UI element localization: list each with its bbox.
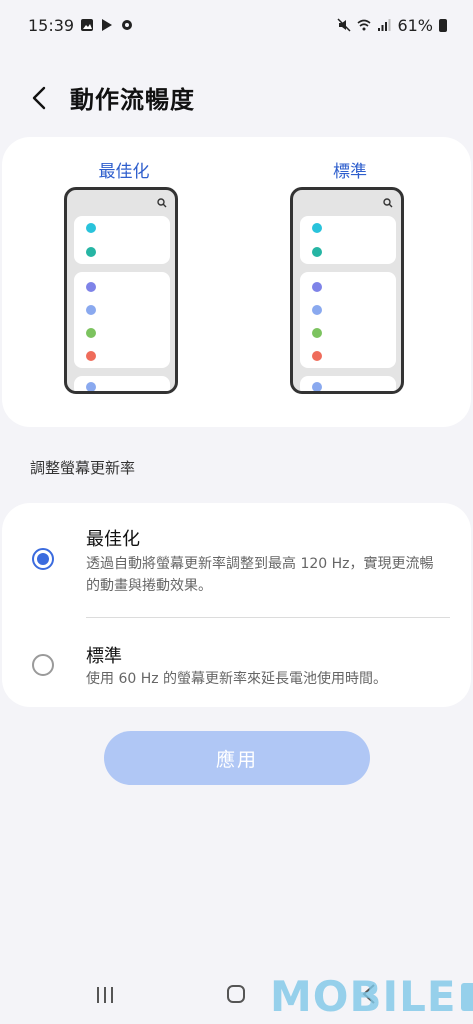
color-dot [86, 282, 96, 292]
color-dot [312, 305, 322, 315]
mock-card [74, 272, 170, 368]
options-card: 最佳化 透過自動將螢幕更新率調整到最高 120 Hz，實現更流暢的動畫與捲動效果… [2, 503, 471, 707]
search-icon [383, 198, 393, 208]
color-dot [86, 382, 96, 391]
battery-icon [439, 18, 447, 32]
status-right: 61% [337, 16, 447, 35]
status-time: 15:39 [28, 15, 75, 35]
color-dot [312, 223, 322, 233]
watermark-text: MOBILE [270, 972, 457, 1021]
gallery-icon [81, 19, 94, 31]
radio-unselected-icon[interactable] [32, 654, 54, 676]
mute-icon [337, 18, 351, 32]
home-icon[interactable] [227, 985, 245, 1003]
status-left: 15:39 [28, 16, 134, 35]
settings-gear-icon [122, 20, 133, 30]
watermark-logo: MOBILE [270, 972, 473, 1021]
color-dot [86, 247, 96, 257]
signal-icon [378, 19, 391, 31]
mock-card [74, 216, 170, 264]
color-dot [86, 223, 96, 233]
mock-card [300, 216, 396, 264]
color-dot [86, 328, 96, 338]
preview-label-standard: 標準 [333, 162, 367, 182]
play-store-icon [102, 19, 113, 31]
option-description: 透過自動將螢幕更新率調整到最高 120 Hz，實現更流暢的動畫與捲動效果。 [86, 556, 434, 594]
speech-bubble-icon [460, 982, 473, 1011]
preview-optimized: 最佳化 [64, 137, 184, 394]
section-label: 調整螢幕更新率 [30, 459, 136, 477]
color-dot [312, 351, 322, 361]
preview-card: 最佳化 標準 [2, 137, 471, 427]
mock-card [300, 376, 396, 391]
status-bar: 15:39 61% [0, 0, 473, 50]
phone-mockup-optimized [64, 187, 178, 394]
battery-percent: 61% [397, 15, 433, 35]
mock-card [74, 376, 170, 391]
option-standard[interactable]: 標準 使用 60 Hz 的螢幕更新率來延長電池使用時間。 [2, 618, 471, 707]
color-dot [312, 282, 322, 292]
option-description: 使用 60 Hz 的螢幕更新率來延長電池使用時間。 [86, 671, 388, 687]
option-title: 標準 [86, 646, 122, 667]
option-optimized[interactable]: 最佳化 透過自動將螢幕更新率調整到最高 120 Hz，實現更流暢的動畫與捲動效果… [2, 503, 471, 617]
search-icon [157, 198, 167, 208]
color-dot [86, 305, 96, 315]
mock-card [300, 272, 396, 368]
radio-selected-icon[interactable] [32, 548, 54, 570]
recent-apps-icon[interactable] [94, 985, 116, 1005]
phone-mockup-standard [290, 187, 404, 394]
wifi-icon [357, 19, 371, 31]
back-arrow-icon[interactable] [26, 83, 52, 113]
apply-button[interactable]: 應用 [104, 731, 370, 785]
preview-standard: 標準 [290, 137, 410, 394]
color-dot [312, 328, 322, 338]
color-dot [86, 351, 96, 361]
page-title: 動作流暢度 [70, 86, 195, 114]
color-dot [312, 247, 322, 257]
preview-label-optimized: 最佳化 [98, 162, 150, 182]
header: 動作流暢度 [26, 80, 195, 115]
color-dot [312, 382, 322, 391]
option-title: 最佳化 [86, 529, 140, 550]
